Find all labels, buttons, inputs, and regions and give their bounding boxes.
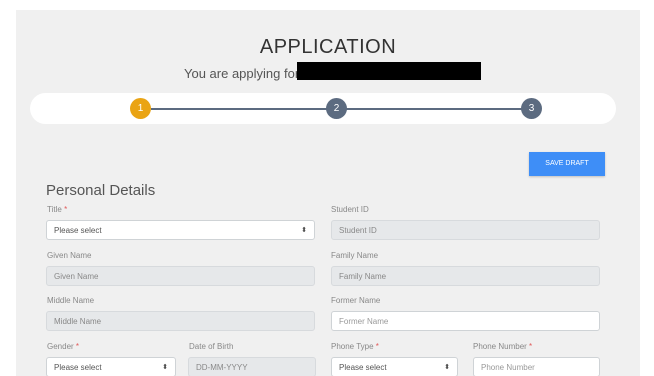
gender-select[interactable]: Please select ⬍ bbox=[46, 357, 176, 376]
step-3[interactable]: 3 bbox=[521, 98, 542, 119]
required-marker: * bbox=[64, 205, 68, 214]
middle-name-label: Middle Name bbox=[47, 296, 95, 305]
required-marker: * bbox=[375, 342, 379, 351]
title-label: Title * bbox=[47, 205, 67, 214]
given-name-label: Given Name bbox=[47, 251, 92, 260]
up-down-caret-icon: ⬍ bbox=[444, 364, 450, 371]
step-2[interactable]: 2 bbox=[326, 98, 347, 119]
title-select[interactable]: Please select ⬍ bbox=[46, 220, 315, 240]
dob-field: DD-MM-YYYY bbox=[188, 357, 316, 376]
phone-number-label-text: Phone Number bbox=[473, 342, 527, 351]
application-page: APPLICATION You are applying for 1 2 3 S… bbox=[16, 10, 640, 376]
page-title: APPLICATION bbox=[259, 36, 397, 58]
phone-type-select-value: Please select bbox=[339, 363, 387, 372]
step-connector bbox=[151, 108, 337, 110]
phone-type-select[interactable]: Please select ⬍ bbox=[331, 357, 458, 376]
given-name-field: Given Name bbox=[46, 266, 315, 286]
step-connector bbox=[345, 108, 525, 110]
progress-stepper: 1 2 3 bbox=[30, 93, 616, 124]
gender-select-value: Please select bbox=[54, 363, 102, 372]
gender-label: Gender * bbox=[47, 342, 79, 351]
family-name-label: Family Name bbox=[331, 251, 379, 260]
student-id-label: Student ID bbox=[331, 205, 369, 214]
phone-number-input[interactable]: Phone Number bbox=[473, 357, 600, 376]
dob-label: Date of Birth bbox=[189, 342, 234, 351]
applying-for-text: You are applying for bbox=[184, 66, 300, 81]
title-select-value: Please select bbox=[54, 226, 102, 235]
up-down-caret-icon: ⬍ bbox=[162, 364, 168, 371]
save-draft-button[interactable]: SAVE DRAFT bbox=[529, 152, 605, 176]
phone-type-label-text: Phone Type bbox=[331, 342, 374, 351]
student-id-field: Student ID bbox=[331, 220, 600, 240]
phone-number-label: Phone Number * bbox=[473, 342, 532, 351]
family-name-field: Family Name bbox=[331, 266, 600, 286]
required-marker: * bbox=[529, 342, 533, 351]
step-1[interactable]: 1 bbox=[130, 98, 151, 119]
gender-label-text: Gender bbox=[47, 342, 74, 351]
up-down-caret-icon: ⬍ bbox=[301, 227, 307, 234]
section-title-personal-details: Personal Details bbox=[46, 182, 156, 199]
phone-type-label: Phone Type * bbox=[331, 342, 379, 351]
middle-name-field: Middle Name bbox=[46, 311, 315, 331]
redacted-course-name bbox=[297, 62, 481, 80]
former-name-input[interactable]: Former Name bbox=[331, 311, 600, 331]
required-marker: * bbox=[75, 342, 80, 351]
former-name-label: Former Name bbox=[331, 296, 381, 305]
title-label-text: Title bbox=[47, 205, 62, 214]
